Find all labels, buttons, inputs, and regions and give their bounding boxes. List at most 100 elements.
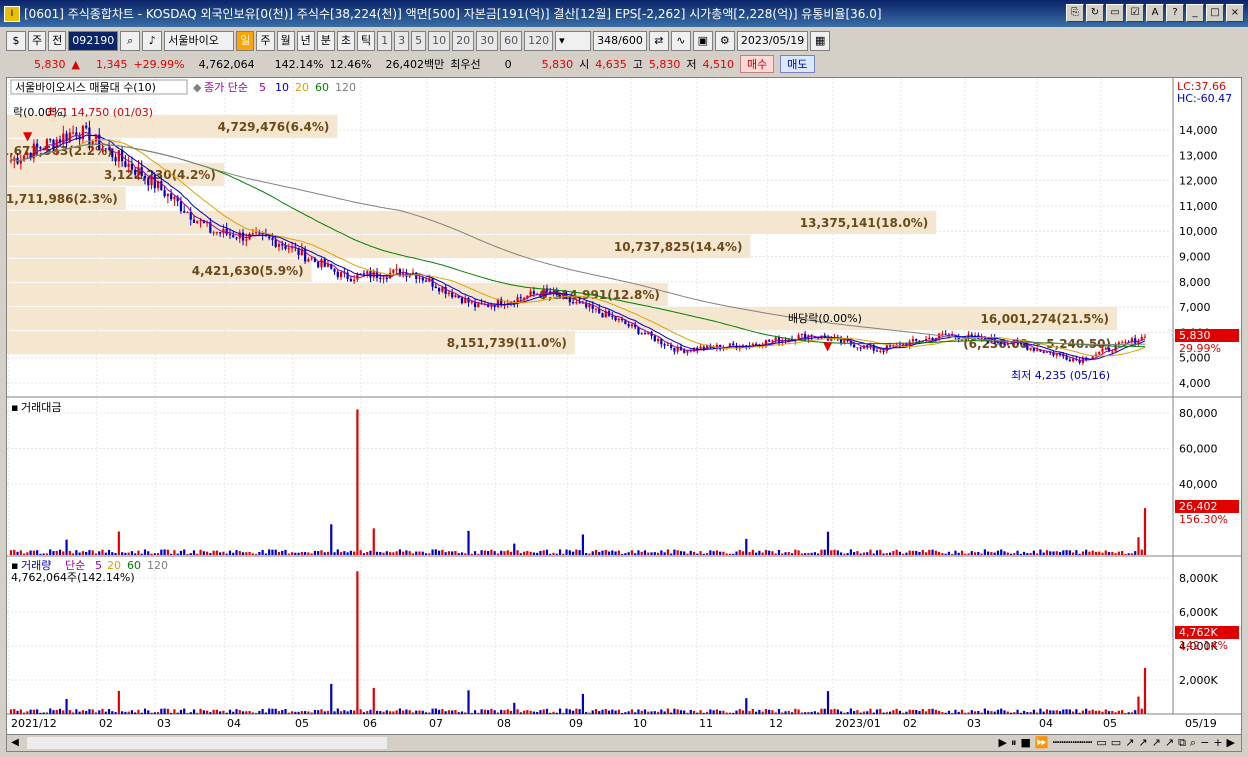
period-second[interactable]: 초: [336, 31, 355, 51]
volume-bar: [980, 712, 983, 714]
prev-button[interactable]: 전: [48, 31, 67, 51]
interval-10[interactable]: 10: [428, 31, 451, 51]
stock-name-field[interactable]: 서울바이오: [164, 31, 235, 51]
stop-icon[interactable]: ■: [1021, 736, 1031, 750]
draw3-icon[interactable]: ↗: [1152, 736, 1161, 750]
volume-bar: [274, 708, 277, 714]
period-year[interactable]: 년: [296, 31, 315, 51]
candle-body: [1121, 342, 1124, 344]
link-icon[interactable]: ⎘: [1066, 4, 1084, 22]
volume-bar: [1085, 708, 1088, 714]
layout-icon[interactable]: ▭: [1096, 736, 1106, 750]
period-month[interactable]: 월: [276, 31, 295, 51]
volume-bar: [588, 712, 591, 714]
chart-type-icon[interactable]: ∿: [670, 31, 691, 51]
amount-bar: [895, 549, 898, 555]
interval-30[interactable]: 30: [476, 31, 499, 51]
stock-code-input[interactable]: 092190: [68, 31, 119, 51]
scroll-track[interactable]: [27, 737, 387, 749]
draw-icon[interactable]: ↗: [1125, 736, 1134, 750]
speaker-icon[interactable]: ♪: [142, 31, 163, 51]
pause-icon[interactable]: ⏸: [1011, 736, 1017, 750]
amount-bar: [42, 553, 45, 555]
play-icon[interactable]: ▶: [999, 736, 1007, 750]
candle-body: [656, 338, 660, 342]
maximize-button[interactable]: □: [1206, 4, 1224, 22]
volume-bar: [1072, 711, 1075, 714]
amount-bar: [607, 551, 611, 555]
volume-bar: [277, 711, 281, 714]
period-day[interactable]: 일: [236, 31, 255, 51]
interval-20[interactable]: 20: [452, 31, 475, 51]
close-button[interactable]: ×: [1226, 4, 1244, 22]
zoom-in-icon[interactable]: +: [1213, 736, 1222, 750]
volume-bar: [1143, 668, 1147, 714]
zoom-slider[interactable]: ┅┅┅┅┅┅: [1053, 736, 1093, 750]
volume-bar: [150, 712, 153, 714]
volume-bar: [964, 712, 967, 714]
amount-bar: [885, 553, 888, 555]
help-icon[interactable]: ?: [1166, 4, 1184, 22]
calendar-icon[interactable]: ▦: [810, 31, 831, 51]
buy-button[interactable]: 매수: [740, 55, 775, 73]
stock-icon[interactable]: $: [6, 31, 26, 51]
period-minute[interactable]: 분: [316, 31, 335, 51]
search-icon[interactable]: ⌕: [120, 31, 141, 51]
high-label: 최고 14,750 (01/03): [47, 106, 153, 119]
minimize-button[interactable]: _: [1186, 4, 1204, 22]
sell-button[interactable]: 매도: [780, 55, 815, 73]
volume-bar: [473, 710, 477, 714]
date-input[interactable]: 2023/05/19: [736, 31, 809, 51]
x-tick-label: 09: [569, 717, 583, 730]
amount-bar: [326, 551, 330, 555]
volume-bar: [804, 712, 807, 714]
draw4-icon[interactable]: ↗: [1165, 736, 1174, 750]
amount-bar: [349, 550, 352, 555]
down-arrow-icon: ▼: [823, 339, 833, 353]
candle-body: [751, 343, 754, 346]
checkbox-icon[interactable]: ☑: [1126, 4, 1144, 22]
period-tick[interactable]: 틱: [357, 31, 376, 51]
settings-icon[interactable]: ⚙: [714, 31, 735, 51]
amount-bar: [277, 552, 281, 555]
amount-bar: [271, 549, 274, 555]
price-tick-label: 13,000: [1179, 149, 1218, 162]
amount-bar: [137, 550, 140, 555]
chart-scrollbar[interactable]: ◀ ▶ ⏸ ■ ⏩ ┅┅┅┅┅┅ ▭ ▭ ↗ ↗ ↗ ↗ ⧉ ⌕ − + ▶: [6, 734, 1242, 752]
interval-3[interactable]: 3: [394, 31, 410, 51]
market-select[interactable]: 주: [28, 31, 47, 51]
volume-bar: [594, 709, 598, 714]
interval-60[interactable]: 60: [500, 31, 523, 51]
window-icon[interactable]: ⧉: [1178, 736, 1186, 750]
amount-bar: [9, 550, 13, 555]
period-week[interactable]: 주: [256, 31, 275, 51]
zoom-icon[interactable]: ⌕: [1190, 736, 1196, 750]
interval-120[interactable]: 120: [524, 31, 554, 51]
volume-bar: [121, 711, 124, 714]
font-icon[interactable]: A: [1146, 4, 1164, 22]
volume-bar: [568, 709, 571, 714]
refresh-icon[interactable]: ↻: [1086, 4, 1104, 22]
amount-bar: [408, 551, 411, 555]
screen-icon[interactable]: ▭: [1106, 4, 1124, 22]
volume-bar: [55, 709, 58, 714]
amount-bar: [1094, 551, 1098, 555]
chart-area[interactable]: 4,729,476(6.4%) 1,673,563(2.2%) 3,122,230(…: [1, 77, 1242, 735]
interval-5[interactable]: 5: [411, 31, 427, 51]
fast-forward-icon[interactable]: ⏩: [1035, 736, 1049, 750]
volume-bar: [719, 710, 722, 714]
layout2-icon[interactable]: ▭: [1111, 736, 1121, 750]
interval-1[interactable]: 1: [377, 31, 393, 51]
sync-icon[interactable]: ⇄: [648, 31, 669, 51]
save-icon[interactable]: ▣: [692, 31, 713, 51]
interval-dropdown[interactable]: ▾: [555, 31, 592, 51]
scroll-left-icon[interactable]: ◀: [7, 735, 23, 751]
count-input[interactable]: 348/600: [593, 31, 647, 51]
candle-body: [879, 350, 882, 352]
draw2-icon[interactable]: ↗: [1138, 736, 1147, 750]
scroll-right-icon[interactable]: ▶: [1227, 736, 1235, 750]
stock-chart[interactable]: 4,729,476(6.4%)1,673,563(2.2%)3,122,230(…: [1, 78, 1241, 734]
amount-bar: [938, 551, 941, 555]
zoom-out-icon[interactable]: −: [1200, 736, 1209, 750]
amount-bar: [225, 553, 228, 555]
